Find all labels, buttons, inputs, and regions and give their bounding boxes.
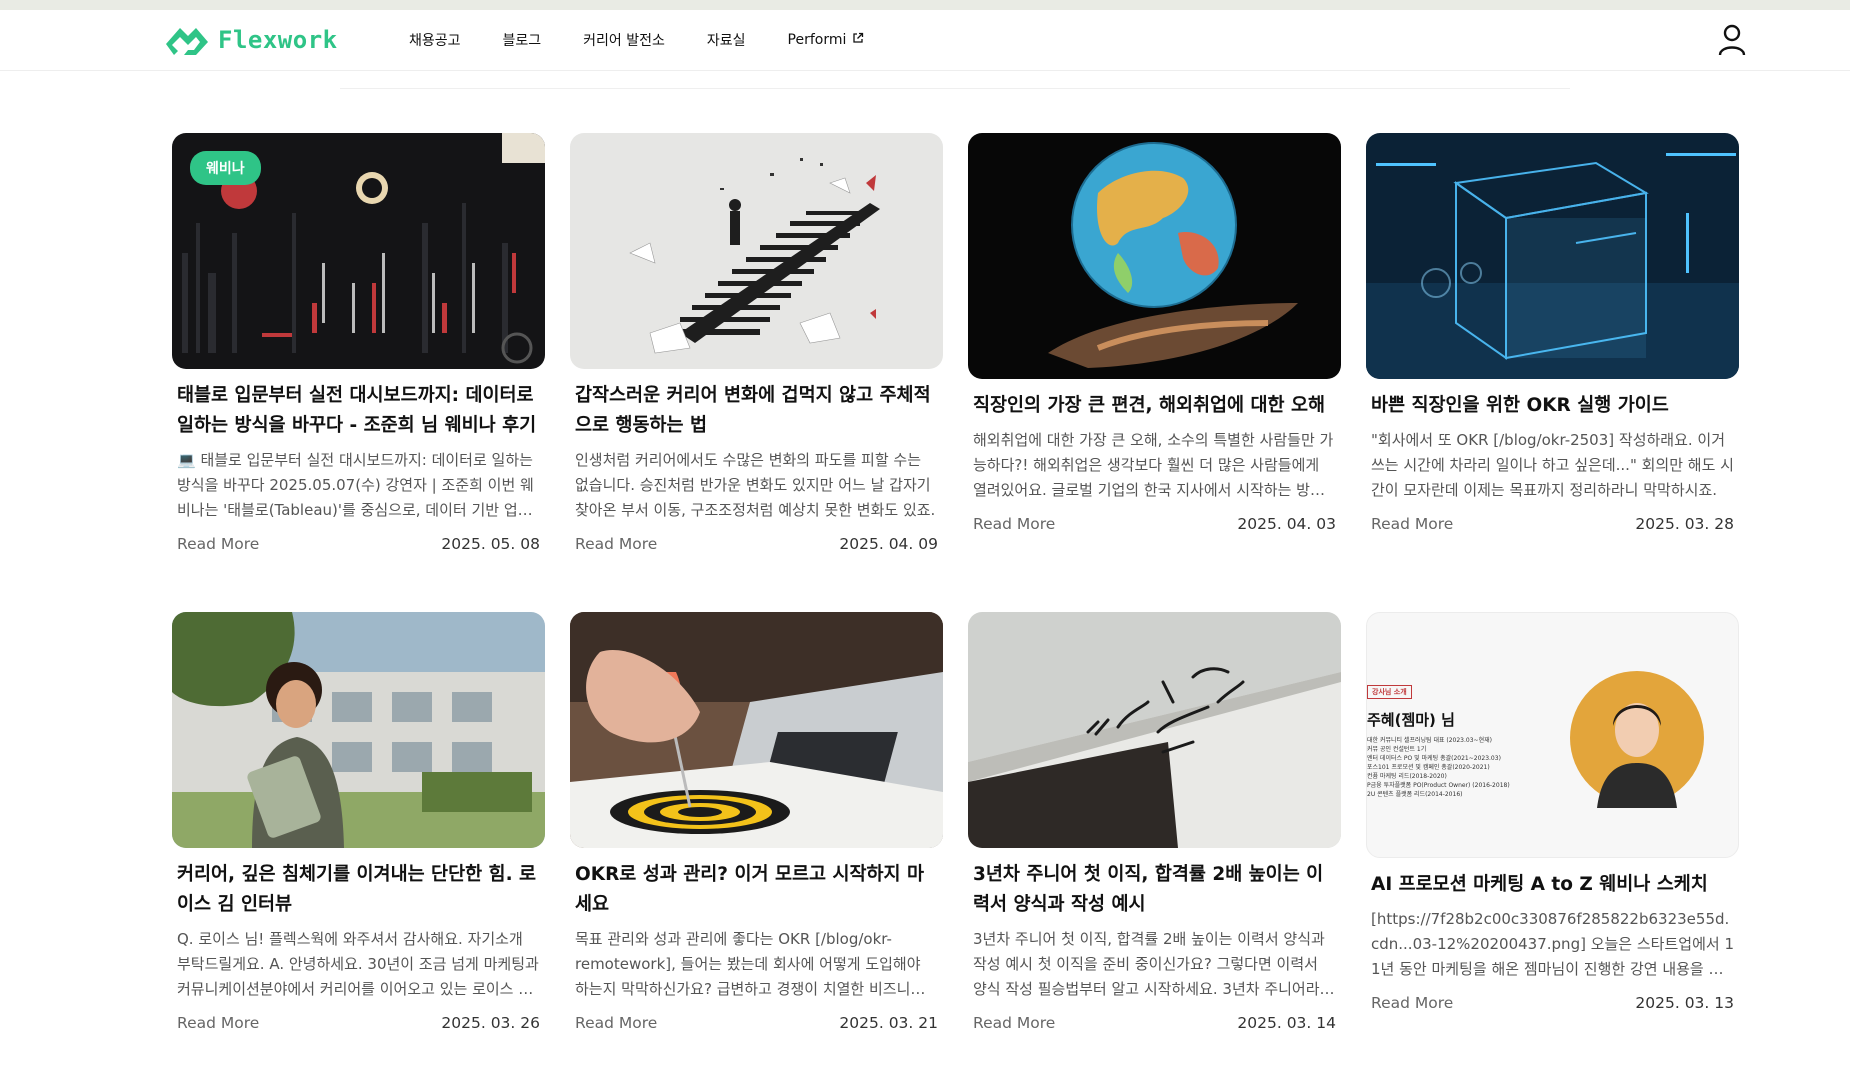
- post-thumbnail: [570, 612, 943, 848]
- post-meta: Read More 2025. 03. 21: [575, 1008, 938, 1038]
- speaker-name: 주혜(젬마) 님: [1367, 711, 1455, 729]
- read-more-link[interactable]: Read More: [973, 1008, 1055, 1038]
- post-card[interactable]: 웨비나 태블로 입문부터 실전 대시보드까지: 데이터로 일하는 방식을 바꾸다…: [172, 133, 545, 582]
- post-title[interactable]: 태블로 입문부터 실전 대시보드까지: 데이터로 일하는 방식을 바꾸다 - 조…: [177, 381, 540, 441]
- slide-line: 커뮤 공인 컨설턴트 1기: [1367, 746, 1427, 753]
- post-excerpt: "회사에서 또 OKR [/blog/okr-2503] 작성하래요. 이거 쓰…: [1371, 431, 1734, 499]
- post-date: 2025. 03. 14: [1237, 1014, 1336, 1032]
- main-nav: 채용공고 블로그 커리어 발전소 자료실 Performi: [409, 10, 906, 70]
- slide-line: 컨퓸 마케팅 리드(2018-2020): [1367, 773, 1447, 780]
- post-card[interactable]: 강사님 소개 주혜(젬마) 님 대한 커뮤니티 셀프러닝팀 대표 (2023.0…: [1366, 612, 1739, 1061]
- post-title[interactable]: 갑작스러운 커리어 변화에 겁먹지 않고 주체적으로 행동하는 법: [575, 381, 938, 441]
- post-date: 2025. 05. 08: [441, 535, 540, 553]
- read-more-link[interactable]: Read More: [1371, 988, 1453, 1018]
- nav-performi[interactable]: Performi: [788, 32, 865, 48]
- post-meta: Read More 2025. 03. 14: [973, 1008, 1336, 1038]
- post-thumbnail: [968, 133, 1341, 379]
- post-meta: Read More 2025. 03. 13: [1371, 988, 1734, 1018]
- external-link-icon: [852, 32, 864, 48]
- user-icon[interactable]: [1716, 23, 1748, 57]
- post-excerpt: 3년차 주니어 첫 이직, 합격률 2배 높이는 이력서 양식과 작성 예시 첫…: [973, 930, 1334, 998]
- read-more-link[interactable]: Read More: [1371, 509, 1453, 539]
- post-excerpt: 인생처럼 커리어에서도 수많은 변화의 파도를 피할 수는 없습니다. 승진처럼…: [575, 451, 936, 519]
- read-more-link[interactable]: Read More: [575, 1008, 657, 1038]
- post-card[interactable]: OKR로 성과 관리? 이거 모르고 시작하지 마세요 목표 관리와 성과 관리…: [570, 612, 943, 1061]
- nav-resources[interactable]: 자료실: [707, 30, 746, 50]
- post-card[interactable]: 커리어, 깊은 침체기를 이겨내는 단단한 힘. 로이스 김 인터뷰 Q. 로이…: [172, 612, 545, 1061]
- post-thumbnail: [172, 612, 545, 848]
- post-title[interactable]: OKR로 성과 관리? 이거 모르고 시작하지 마세요: [575, 860, 938, 920]
- speaker-photo: [1570, 671, 1704, 808]
- slide-tag: 강사님 소개: [1367, 685, 1412, 699]
- post-card[interactable]: 갑작스러운 커리어 변화에 겁먹지 않고 주체적으로 행동하는 법 인생처럼 커…: [570, 133, 943, 582]
- post-excerpt: Q. 로이스 님! 플렉스웍에 와주셔서 감사해요. 자기소개 부탁드릴게요. …: [177, 930, 539, 998]
- post-date: 2025. 03. 26: [441, 1014, 540, 1032]
- post-thumbnail: [1366, 133, 1739, 379]
- read-more-link[interactable]: Read More: [973, 509, 1055, 539]
- slide-line: P금융 투자플랫폼 PO(Product Owner) (2016-2018): [1367, 782, 1510, 789]
- post-thumbnail: 강사님 소개 주혜(젬마) 님 대한 커뮤니티 셀프러닝팀 대표 (2023.0…: [1366, 612, 1739, 858]
- post-date: 2025. 03. 21: [839, 1014, 938, 1032]
- post-excerpt: 💻 태블로 입문부터 실전 대시보드까지: 데이터로 일하는 방식을 바꾸다 2…: [177, 451, 534, 519]
- post-title[interactable]: 커리어, 깊은 침체기를 이겨내는 단단한 힘. 로이스 김 인터뷰: [177, 860, 540, 920]
- speaker-slide: 강사님 소개 주혜(젬마) 님 대한 커뮤니티 셀프러닝팀 대표 (2023.0…: [1367, 679, 1567, 799]
- nav-career[interactable]: 커리어 발전소: [583, 30, 665, 50]
- post-date: 2025. 04. 03: [1237, 515, 1336, 533]
- blog-post-grid: 웨비나 태블로 입문부터 실전 대시보드까지: 데이터로 일하는 방식을 바꾸다…: [172, 133, 1740, 1061]
- post-card[interactable]: 직장인의 가장 큰 편견, 해외취업에 대한 오해들 해외취업에 대한 가장 큰…: [968, 133, 1341, 582]
- post-excerpt: 목표 관리와 성과 관리에 좋다는 OKR [/blog/okr-remotew…: [575, 930, 925, 998]
- post-thumbnail: [968, 612, 1341, 848]
- post-thumbnail: 웨비나: [172, 133, 545, 369]
- post-title[interactable]: 직장인의 가장 큰 편견, 해외취업에 대한 오해들: [973, 391, 1336, 421]
- post-meta: Read More 2025. 05. 08: [177, 529, 540, 559]
- slide-line: 2U 콘텐츠 플랫폼 리드(2014-2016): [1367, 791, 1463, 798]
- flexwork-logo-icon: [162, 22, 212, 58]
- site-header: Flexwork 채용공고 블로그 커리어 발전소 자료실 Performi: [0, 10, 1850, 71]
- post-title[interactable]: AI 프로모션 마케팅 A to Z 웨비나 스케치: [1371, 870, 1734, 900]
- slide-line: 엔터 데이터스 PO 및 마케팅 총괄(2021~2023.03): [1367, 755, 1501, 762]
- post-title[interactable]: 바쁜 직장인을 위한 OKR 실행 가이드: [1371, 391, 1734, 421]
- post-excerpt: [https://7f28b2c00c330876f285822b6323e55…: [1371, 910, 1734, 978]
- browser-top-strip: [0, 0, 1850, 10]
- post-thumbnail: [570, 133, 943, 369]
- post-date: 2025. 03. 13: [1635, 994, 1734, 1012]
- post-excerpt: 해외취업에 대한 가장 큰 오해, 소수의 특별한 사람들만 가능하다?! 해외…: [973, 431, 1334, 499]
- slide-line: 포스101 프로모션 및 캠페인 총괄(2020-2021): [1367, 764, 1490, 771]
- nav-jobs[interactable]: 채용공고: [409, 30, 461, 50]
- logo[interactable]: Flexwork: [162, 20, 338, 60]
- post-card[interactable]: 3년차 주니어 첫 이직, 합격률 2배 높이는 이력서 양식과 작성 예시 3…: [968, 612, 1341, 1061]
- post-date: 2025. 04. 09: [839, 535, 938, 553]
- nav-blog[interactable]: 블로그: [503, 30, 542, 50]
- read-more-link[interactable]: Read More: [177, 1008, 259, 1038]
- slide-line: 대한 커뮤니티 셀프러닝팀 대표 (2023.03~현재): [1367, 737, 1492, 744]
- logo-text: Flexwork: [218, 26, 338, 54]
- divider: [340, 88, 1570, 89]
- post-title[interactable]: 3년차 주니어 첫 이직, 합격률 2배 높이는 이력서 양식과 작성 예시: [973, 860, 1336, 920]
- category-badge: 웨비나: [190, 151, 261, 185]
- read-more-link[interactable]: Read More: [575, 529, 657, 559]
- post-card[interactable]: 바쁜 직장인을 위한 OKR 실행 가이드 "회사에서 또 OKR [/blog…: [1366, 133, 1739, 582]
- read-more-link[interactable]: Read More: [177, 529, 259, 559]
- post-date: 2025. 03. 28: [1635, 515, 1734, 533]
- post-meta: Read More 2025. 04. 09: [575, 529, 938, 559]
- post-meta: Read More 2025. 04. 03: [973, 509, 1336, 539]
- post-meta: Read More 2025. 03. 28: [1371, 509, 1734, 539]
- post-meta: Read More 2025. 03. 26: [177, 1008, 540, 1038]
